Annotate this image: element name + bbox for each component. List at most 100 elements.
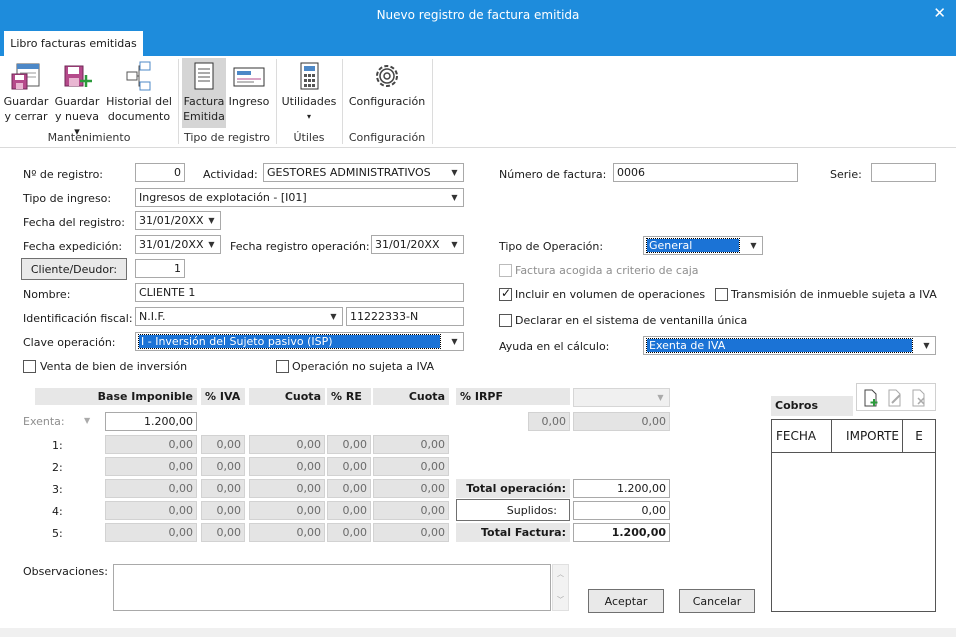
actividad-select[interactable]: GESTORES ADMINISTRATIVOS ▼	[263, 163, 464, 182]
cliente-deudor-button[interactable]: Cliente/Deudor:	[21, 258, 127, 280]
actividad-value: GESTORES ADMINISTRATIVOS	[267, 166, 431, 179]
ventanilla-unica-checkbox[interactable]	[499, 314, 512, 327]
configuracion-button[interactable]: Configuración	[346, 60, 428, 128]
observaciones-textarea[interactable]	[113, 564, 551, 611]
factura-emitida-button[interactable]: Factura Emitida	[182, 58, 226, 128]
row-5-re-cell[interactable]: 0,00	[327, 523, 371, 542]
cliente-num-input[interactable]: 1	[135, 259, 185, 278]
operacion-no-sujeta-checkbox[interactable]	[276, 360, 289, 373]
row-2-cuota2-cell[interactable]: 0,00	[373, 457, 449, 476]
new-document-icon[interactable]	[863, 389, 879, 407]
income-card-icon	[233, 67, 265, 87]
row-5-cuota2-cell[interactable]: 0,00	[373, 523, 449, 542]
row-1-iva-cell[interactable]: 0,00	[201, 435, 245, 454]
fecha-registro-operacion-value: 31/01/20XX	[375, 238, 440, 251]
row-4-re-cell[interactable]: 0,00	[327, 501, 371, 520]
observaciones-scrollbar[interactable]: ︿ ﹀	[552, 564, 569, 611]
row-1-re-cell[interactable]: 0,00	[327, 435, 371, 454]
edit-document-icon[interactable]	[887, 389, 903, 407]
chevron-down-icon[interactable]: ▼	[84, 416, 90, 425]
serie-input[interactable]	[871, 163, 936, 182]
id-fiscal-label: Identificación fiscal:	[23, 312, 133, 325]
cobros-col-importe: IMPORTE	[832, 420, 903, 453]
row-3-cuota1-cell[interactable]: 0,00	[249, 479, 325, 498]
exenta-base-input[interactable]: 1.200,00	[105, 412, 197, 431]
aceptar-button[interactable]: Aceptar	[588, 589, 664, 613]
tipo-ingreso-select[interactable]: Ingresos de explotación - [I01] ▼	[135, 188, 464, 207]
id-fiscal-tipo-select[interactable]: N.I.F. ▼	[135, 307, 343, 326]
ingreso-button[interactable]: Ingreso	[228, 60, 270, 128]
tipo-operacion-label: Tipo de Operación:	[499, 240, 604, 253]
guardar-cerrar-button[interactable]: Guardar y cerrar	[3, 60, 49, 128]
row-3-base-cell[interactable]: 0,00	[105, 479, 197, 498]
row-1-cuota2-cell[interactable]: 0,00	[373, 435, 449, 454]
guardar-nueva-button[interactable]: Guardar y nueva ▾	[52, 60, 102, 138]
historial-documento-button[interactable]: Historial del documento	[105, 60, 173, 128]
venta-bien-inversion-checkbox[interactable]	[23, 360, 36, 373]
fecha-expedicion-value: 31/01/20XX	[139, 238, 204, 251]
chevron-down-icon: ▼	[451, 337, 458, 346]
group-configuracion: Configuración	[348, 131, 426, 144]
row-2-cuota1-cell[interactable]: 0,00	[249, 457, 325, 476]
row-3-re-cell[interactable]: 0,00	[327, 479, 371, 498]
row-5-base-cell[interactable]: 0,00	[105, 523, 197, 542]
cancelar-button[interactable]: Cancelar	[679, 589, 755, 613]
cobros-title: Cobros	[771, 396, 853, 416]
num-registro-input[interactable]: 0	[135, 163, 185, 182]
id-fiscal-input[interactable]: 11222333-N	[346, 307, 464, 326]
incluir-volumen-checkbox[interactable]	[499, 286, 512, 301]
save-new-icon	[64, 65, 92, 87]
irpf-pct-input[interactable]: 0,00	[528, 412, 570, 431]
ribbon-divider	[432, 59, 433, 144]
group-tipo-registro: Tipo de registro	[183, 131, 271, 144]
fecha-registro-value: 31/01/20XX	[139, 214, 204, 227]
id-fiscal-tipo-value: N.I.F.	[139, 310, 166, 323]
row-2-base-cell[interactable]: 0,00	[105, 457, 197, 476]
delete-document-icon[interactable]	[911, 389, 927, 407]
tipo-operacion-select[interactable]: General ▼	[643, 236, 763, 255]
factura-caja-label: Factura acogida a criterio de caja	[515, 264, 699, 277]
row-3-cuota2-cell[interactable]: 0,00	[373, 479, 449, 498]
guardar-cerrar-line1: Guardar	[3, 95, 49, 108]
invoice-document-icon	[194, 62, 214, 90]
chevron-down-icon: ▼	[451, 168, 458, 177]
ayuda-calculo-select[interactable]: Exenta de IVA ▼	[643, 336, 936, 355]
cobros-table[interactable]: FECHA IMPORTE E	[771, 419, 936, 612]
row-3-iva-cell[interactable]: 0,00	[201, 479, 245, 498]
row-5-iva-cell[interactable]: 0,00	[201, 523, 245, 542]
guardar-cerrar-line2: y cerrar	[4, 110, 48, 123]
row-4-cuota2-cell[interactable]: 0,00	[373, 501, 449, 520]
utilidades-button[interactable]: Utilidades ▾	[280, 60, 338, 128]
clave-operacion-label: Clave operación:	[23, 336, 116, 349]
irpf-select[interactable]: ▼	[573, 388, 670, 407]
tab-libro-facturas[interactable]: Libro facturas emitidas	[4, 31, 143, 57]
nombre-input[interactable]: CLIENTE 1	[135, 283, 464, 302]
suplidos-button[interactable]: Suplidos:	[456, 499, 570, 521]
row-label: 2:	[52, 461, 63, 474]
factura-caja-checkbox[interactable]	[499, 264, 512, 277]
chevron-up-icon[interactable]: ︿	[553, 569, 568, 579]
save-close-icon	[11, 63, 40, 90]
header-re: % RE	[327, 388, 371, 405]
chevron-down-icon[interactable]: ﹀	[553, 595, 568, 605]
row-4-iva-cell[interactable]: 0,00	[201, 501, 245, 520]
row-4-cuota1-cell[interactable]: 0,00	[249, 501, 325, 520]
row-1-base-cell[interactable]: 0,00	[105, 435, 197, 454]
fecha-expedicion-picker[interactable]: 31/01/20XX ▼	[135, 235, 221, 254]
chevron-down-icon: ▼	[208, 240, 215, 249]
irpf-cuota-input[interactable]: 0,00	[573, 412, 670, 431]
row-2-iva-cell[interactable]: 0,00	[201, 457, 245, 476]
row-5-cuota1-cell[interactable]: 0,00	[249, 523, 325, 542]
numero-factura-input[interactable]: 0006	[613, 163, 798, 182]
clave-operacion-select[interactable]: I - Inversión del Sujeto pasivo (ISP) ▼	[135, 332, 464, 351]
fecha-registro-operacion-picker[interactable]: 31/01/20XX ▼	[371, 235, 464, 254]
header-iva: % IVA	[201, 388, 245, 405]
close-icon[interactable]: ✕	[933, 4, 946, 22]
nombre-label: Nombre:	[23, 288, 71, 301]
row-1-cuota1-cell[interactable]: 0,00	[249, 435, 325, 454]
clave-operacion-value: I - Inversión del Sujeto pasivo (ISP)	[138, 334, 441, 349]
row-4-base-cell[interactable]: 0,00	[105, 501, 197, 520]
fecha-registro-picker[interactable]: 31/01/20XX ▼	[135, 211, 221, 230]
row-2-re-cell[interactable]: 0,00	[327, 457, 371, 476]
transmision-inmueble-checkbox[interactable]	[715, 288, 728, 301]
